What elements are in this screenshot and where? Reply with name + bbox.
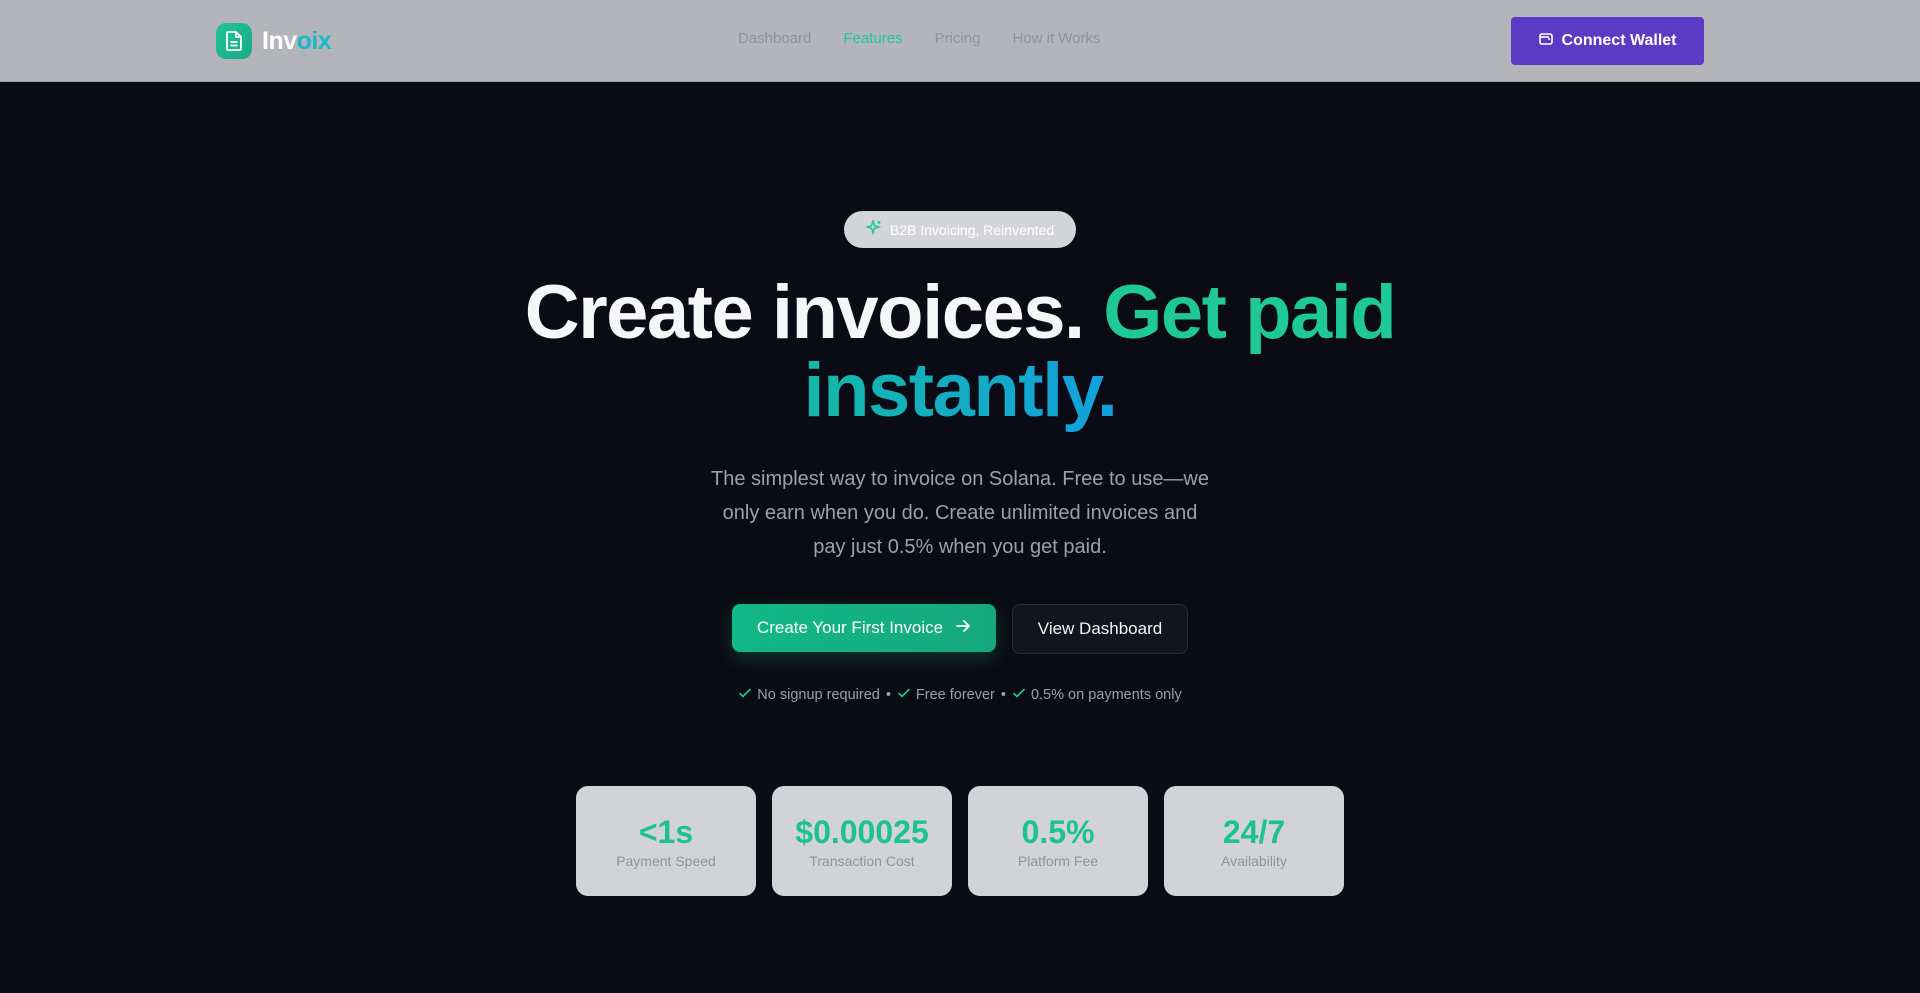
view-dashboard-button[interactable]: View Dashboard [1012, 604, 1188, 654]
stat-value: <1s [638, 814, 694, 850]
check-label: No signup required [757, 687, 880, 703]
stat-card-platform-fee: 0.5% Platform Fee [968, 786, 1148, 896]
nav-pricing[interactable]: Pricing [935, 30, 981, 47]
stats-row: <1s Payment Speed $0.00025 Transaction C… [576, 786, 1344, 896]
headline-part-1: Create invoices. [524, 270, 1085, 355]
checkmark-icon [738, 686, 752, 704]
stat-card-transaction-cost: $0.00025 Transaction Cost [772, 786, 952, 896]
brand-name-part-2: oix [296, 26, 332, 55]
stat-label: Platform Fee [1017, 853, 1099, 869]
top-navbar: Invoix Dashboard Features Pricing How it… [0, 0, 1920, 82]
separator-dot: • [885, 687, 891, 703]
brand-name: Invoix [262, 26, 332, 56]
checkmark-icon [897, 686, 911, 704]
sparkle-icon [864, 218, 882, 239]
stat-card-availability: 24/7 Availability [1164, 786, 1344, 896]
hero-headline: Create invoices. Get paid instantly. [0, 274, 1920, 430]
arrow-right-icon [955, 618, 971, 639]
connect-wallet-button[interactable]: Connect Wallet [1511, 17, 1704, 65]
headline-part-3: instantly. [803, 348, 1118, 433]
stat-label: Availability [1221, 853, 1287, 869]
brand-name-part-1: Inv [262, 26, 297, 55]
document-icon [216, 23, 252, 59]
stat-value: $0.00025 [795, 814, 929, 850]
check-item: Free forever [897, 686, 995, 704]
nav-dashboard[interactable]: Dashboard [738, 30, 811, 47]
hero-badge: B2B Invoicing, Reinvented [844, 211, 1076, 248]
connect-wallet-label: Connect Wallet [1561, 32, 1677, 49]
brand-logo[interactable]: Invoix [216, 23, 332, 59]
hero-cta-row: Create Your First Invoice View Dashboard [732, 604, 1188, 654]
headline-part-2: Get paid [1103, 270, 1397, 355]
stat-value: 24/7 [1222, 814, 1286, 850]
create-invoice-label: Create Your First Invoice [756, 618, 944, 637]
check-item: 0.5% on payments only [1012, 686, 1182, 704]
hero-badge-text: B2B Invoicing, Reinvented [889, 221, 1055, 238]
check-label: Free forever [915, 687, 995, 703]
hero-subtitle: The simplest way to invoice on Solana. F… [710, 468, 1210, 558]
nav-features[interactable]: Features [843, 30, 902, 47]
nav-how-it-works[interactable]: How it Works [1012, 30, 1100, 47]
stat-card-payment-speed: <1s Payment Speed [576, 786, 756, 896]
check-item: No signup required [738, 686, 880, 704]
check-label: 0.5% on payments only [1030, 687, 1182, 703]
stat-label: Payment Speed [616, 853, 716, 869]
feature-checks: No signup required • Free forever • 0.5%… [0, 686, 1920, 704]
main-nav: Dashboard Features Pricing How it Works [738, 30, 1101, 47]
separator-dot: • [1000, 687, 1006, 703]
create-invoice-button[interactable]: Create Your First Invoice [732, 604, 996, 652]
stat-value: 0.5% [1021, 814, 1095, 850]
wallet-icon [1538, 32, 1553, 51]
stat-label: Transaction Cost [809, 853, 915, 869]
checkmark-icon [1012, 686, 1026, 704]
